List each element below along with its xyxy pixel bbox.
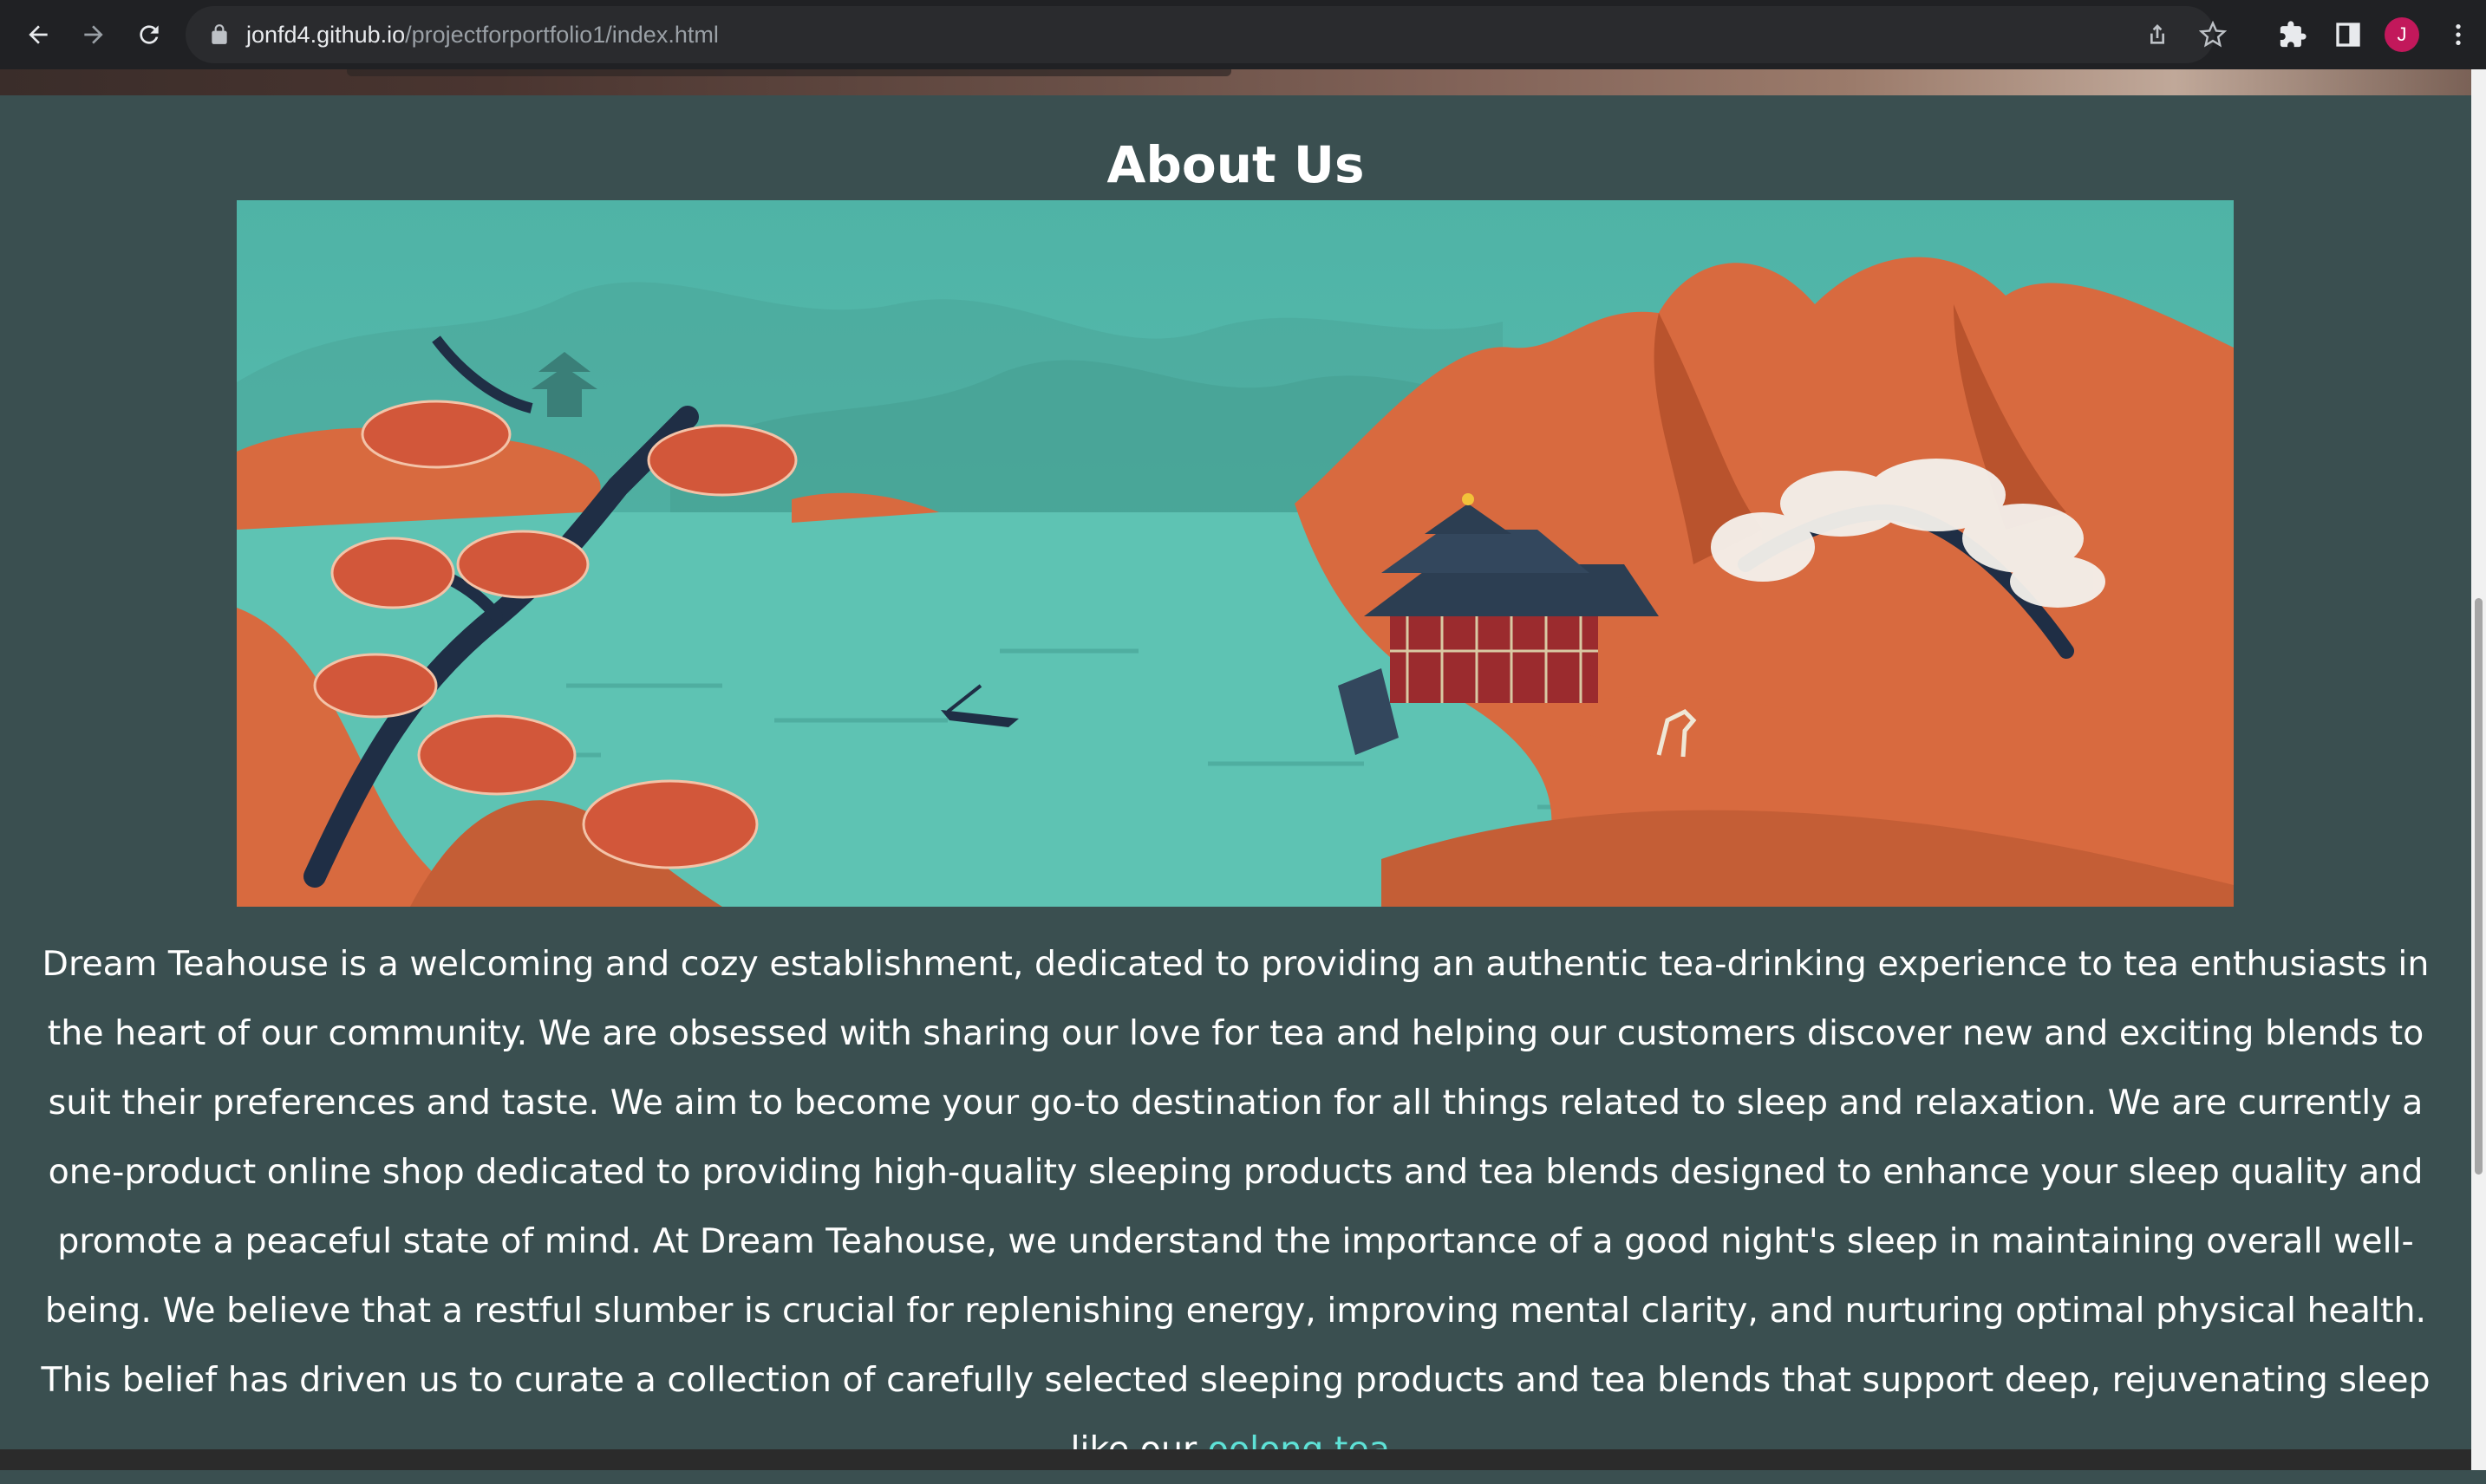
footer-edge xyxy=(0,1449,2471,1470)
profile-avatar[interactable]: J xyxy=(2385,17,2419,52)
side-panel-button[interactable] xyxy=(2331,17,2365,52)
address-bar[interactable]: jonfd4.github.io/projectforportfolio1/in… xyxy=(186,6,2227,63)
url-path: /projectforportfolio1/index.html xyxy=(405,22,719,48)
kebab-menu-icon xyxy=(2456,24,2461,45)
reload-icon xyxy=(140,25,159,44)
puzzle-icon xyxy=(2280,21,2307,48)
side-panel-icon xyxy=(2336,23,2360,47)
about-body-text: Dream Teahouse is a welcoming and cozy e… xyxy=(41,944,2431,1469)
browser-toolbar: jonfd4.github.io/projectforportfolio1/in… xyxy=(0,0,2486,71)
reload-button[interactable] xyxy=(130,16,168,54)
extensions-button[interactable] xyxy=(2275,17,2310,52)
url-host: jonfd4.github.io xyxy=(246,22,406,48)
share-icon[interactable] xyxy=(2143,21,2171,49)
forward-button[interactable] xyxy=(75,16,113,54)
menu-button[interactable] xyxy=(2441,17,2476,52)
about-paragraph: Dream Teahouse is a welcoming and cozy e… xyxy=(26,929,2445,1484)
lock-icon xyxy=(212,24,227,44)
bookmark-star-icon[interactable] xyxy=(2199,21,2227,49)
url-text[interactable]: jonfd4.github.io/projectforportfolio1/in… xyxy=(246,20,719,49)
hero-image-bottom-edge xyxy=(0,69,2471,95)
scrollbar-thumb[interactable] xyxy=(2475,598,2483,1175)
forward-arrow-icon xyxy=(84,25,103,44)
teahouse-landscape-illustration xyxy=(237,200,2234,907)
page-scrollbar[interactable] xyxy=(2471,69,2486,1470)
back-arrow-icon xyxy=(29,25,48,44)
page-title: About Us xyxy=(1106,135,1365,194)
back-button[interactable] xyxy=(19,16,57,54)
